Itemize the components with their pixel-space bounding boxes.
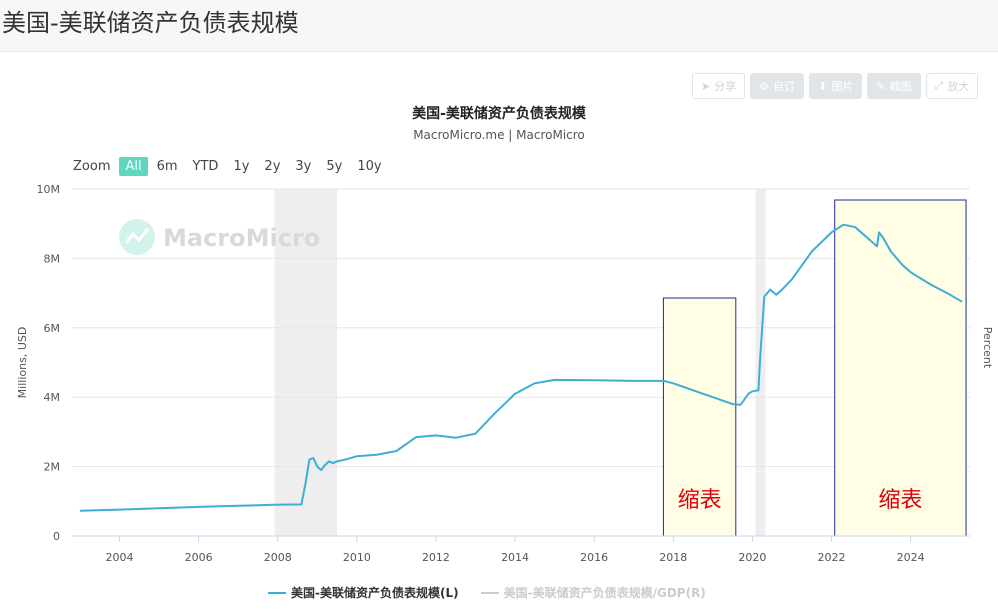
gear-icon: ⚙ <box>759 79 770 93</box>
image-button[interactable]: ⬇ 图片 <box>809 73 863 99</box>
fullscreen-button[interactable]: ⤢ 放大 <box>925 73 979 99</box>
edit-button[interactable]: ✎ 截图 <box>867 73 921 99</box>
macromicro-logo-icon <box>119 219 155 255</box>
watermark-text: MacroMicro <box>163 224 320 252</box>
chart-subtitle: MacroMicro.me | MacroMicro <box>413 128 585 142</box>
page-header: 美国-美联储资产负债表规模 <box>0 0 998 52</box>
recession-band <box>274 189 338 536</box>
chart-legend: 美国-美联储资产负债表规模(L) 美国-美联储资产负债表规模/GDP(R) <box>268 584 728 601</box>
zoom-bar: Zoom All 6m YTD 1y 2y 3y 5y 10y <box>73 156 391 176</box>
y-tick-label: 10M <box>37 183 61 196</box>
tightening-annotation: 缩表 <box>678 488 722 513</box>
legend-item[interactable]: 美国-美联储资产负债表规模(L) <box>268 584 459 601</box>
legend-line-icon <box>480 591 499 594</box>
x-tick-label: 2004 <box>105 551 133 564</box>
logo-trend-icon <box>124 228 150 244</box>
zoom-button-2y[interactable]: 2y <box>258 157 286 176</box>
zoom-button-ytd[interactable]: YTD <box>187 157 225 176</box>
zoom-button-all[interactable]: All <box>119 156 148 176</box>
x-tick-label: 2016 <box>580 551 608 564</box>
y-tick-label: 2M <box>44 461 61 474</box>
x-tick-label: 2024 <box>897 551 925 564</box>
legend-item[interactable]: 美国-美联储资产负债表规模/GDP(R) <box>480 584 706 601</box>
subscribe-button[interactable]: ⚙ 自订 <box>750 73 805 99</box>
x-tick-label: 2022 <box>818 551 846 564</box>
download-icon: ⬇ <box>818 79 828 93</box>
x-tick-label: 2010 <box>343 551 371 564</box>
zoom-label: Zoom <box>73 158 111 174</box>
y-axis-title: Millions, USD <box>16 327 29 399</box>
x-tick-label: 2014 <box>501 551 529 564</box>
legend-label: 美国-美联储资产负债表规模/GDP(R) <box>503 586 706 600</box>
share-button[interactable]: ➤ 分享 <box>692 73 746 99</box>
zoom-button-6m[interactable]: 6m <box>151 157 184 176</box>
zoom-button-3y[interactable]: 3y <box>289 157 317 176</box>
tightening-highlight <box>662 297 737 537</box>
y-tick-label: 6M <box>44 322 61 335</box>
legend-label: 美国-美联储资产负债表规模(L) <box>291 586 459 600</box>
x-tick-label: 2020 <box>738 551 766 564</box>
share-icon: ➤ <box>701 79 711 93</box>
y-axis-title-right: Percent <box>981 327 994 369</box>
y-tick-label: 0 <box>53 530 60 543</box>
x-tick-label: 2006 <box>185 551 213 564</box>
x-tick-label: 2018 <box>659 551 687 564</box>
y-tick-label: 4M <box>44 391 61 404</box>
y-tick-label: 8M <box>44 252 61 265</box>
x-tick-label: 2008 <box>264 551 292 564</box>
image-label: 图片 <box>831 80 854 93</box>
chart-title: 美国-美联储资产负债表规模 <box>412 106 586 122</box>
zoom-button-1y[interactable]: 1y <box>227 157 255 176</box>
expand-icon: ⤢ <box>934 79 944 92</box>
fullscreen-label: 放大 <box>947 80 970 93</box>
page-title: 美国-美联储资产负债表规模 <box>2 9 299 37</box>
x-tick-label: 2012 <box>422 551 450 564</box>
recession-band <box>755 189 766 536</box>
tightening-highlight <box>834 199 967 537</box>
series-line-balance-sheet <box>79 223 963 512</box>
zoom-button-5y[interactable]: 5y <box>320 157 348 176</box>
tightening-annotation: 缩表 <box>878 488 922 513</box>
edit-label: 截图 <box>889 80 912 93</box>
subscribe-label: 自订 <box>773 80 796 93</box>
pencil-icon: ✎ <box>876 79 886 93</box>
share-label: 分享 <box>714 80 737 93</box>
zoom-button-10y[interactable]: 10y <box>351 157 387 176</box>
chart-toolbar: ➤ 分享 ⚙ 自订 ⬇ 图片 ✎ 截图 ⤢ 放大 <box>692 73 979 100</box>
legend-line-icon <box>268 591 286 594</box>
